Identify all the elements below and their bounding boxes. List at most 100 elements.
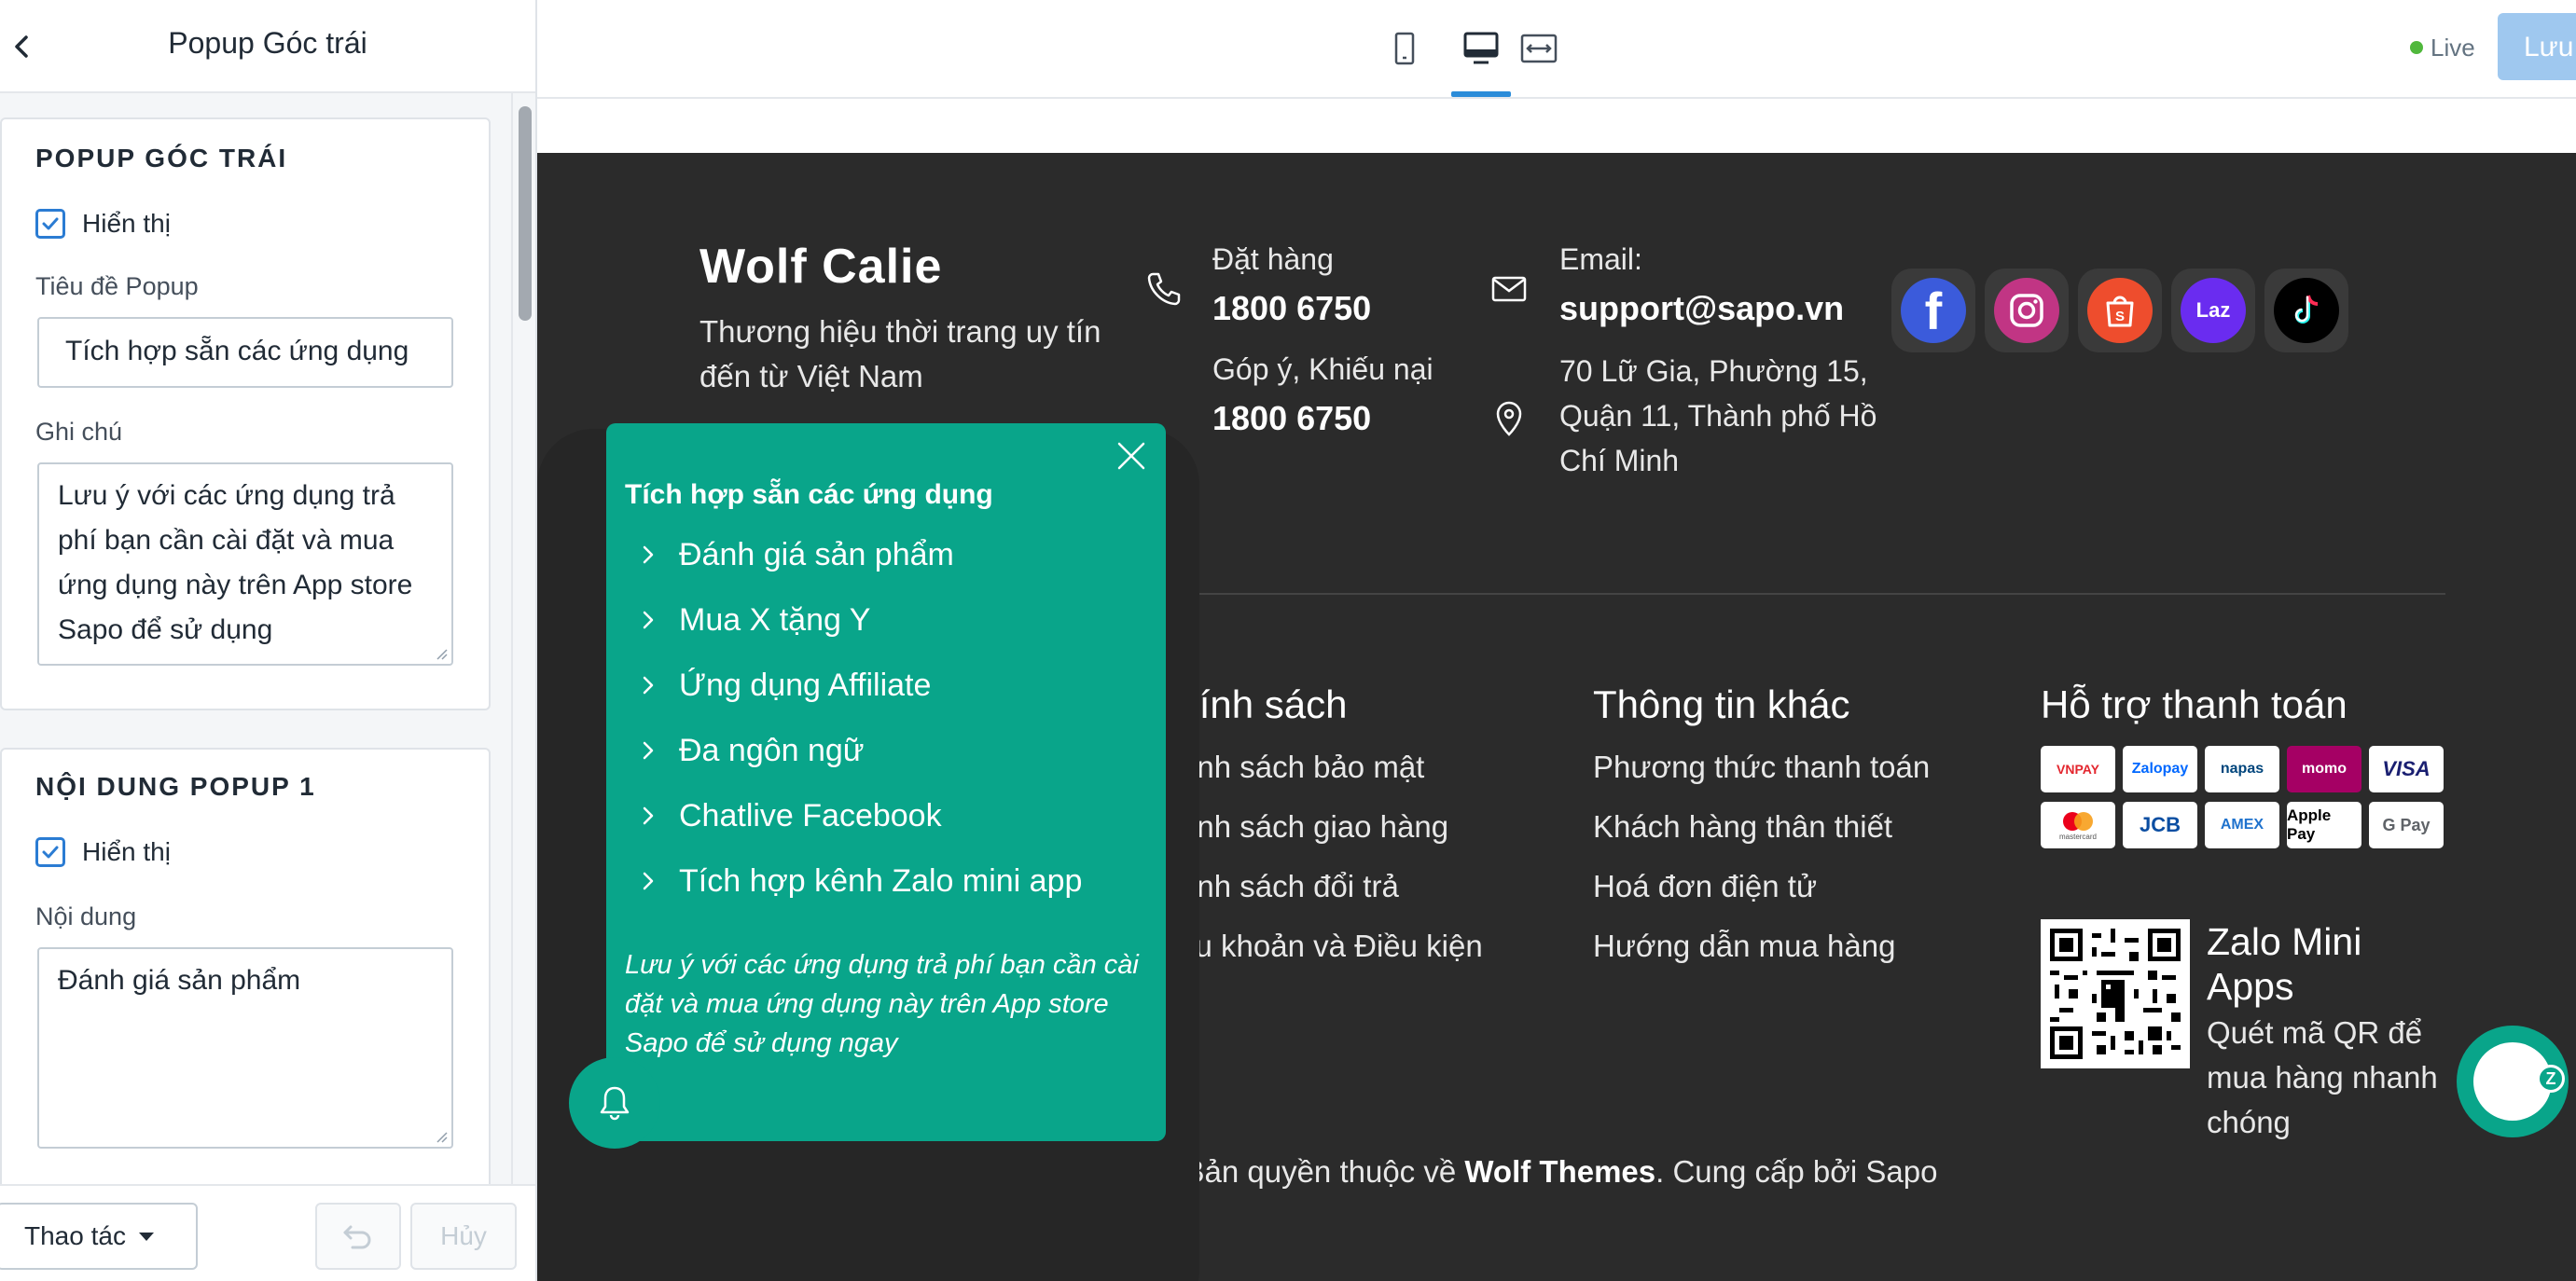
active-device-indicator — [1451, 91, 1511, 97]
device-desktop-button[interactable] — [1459, 26, 1503, 71]
order-label: Đặt hàng — [1212, 242, 1334, 276]
editor-panel: Popup Góc trái POPUP GÓC TRÁI Hiển thị T… — [0, 0, 537, 1281]
popup-title-label: Tiêu đề Popup — [35, 272, 199, 300]
facebook-icon: f — [1901, 278, 1966, 343]
popup-item-label: Đa ngôn ngữ — [679, 732, 865, 768]
live-status: Live — [2410, 32, 2475, 63]
resize-handle-icon[interactable] — [435, 1130, 448, 1143]
location-pin-icon — [1489, 397, 1530, 438]
tiktok-icon — [2274, 278, 2339, 343]
popup-settings-card: POPUP GÓC TRÁI Hiển thị Tiêu đề Popup Tí… — [0, 117, 491, 710]
mail-icon — [1489, 269, 1530, 310]
show-content-label: Hiển thị — [82, 837, 171, 866]
editor-footer: Thao tác Hủy — [0, 1184, 535, 1281]
instagram-link[interactable] — [1985, 269, 2069, 352]
device-mobile-button[interactable] — [1382, 26, 1427, 71]
instagram-icon — [1994, 278, 2059, 343]
copyright-suffix: . Cung cấp bởi Sapo — [1655, 1154, 1938, 1189]
qr-code-icon — [2050, 929, 2181, 1059]
zalopay-logo: Zalopay — [2123, 746, 2197, 792]
shopee-link[interactable]: S — [2078, 269, 2162, 352]
site-preview: Wolf Calie Thương hiệu thời trang uy tín… — [537, 99, 2576, 1281]
amex-logo: AMEX — [2205, 802, 2279, 848]
info-link[interactable]: Phương thức thanh toán — [1593, 750, 1930, 785]
googlepay-logo: G Pay — [2369, 802, 2444, 848]
popup-item-label: Tích hợp kênh Zalo mini app — [679, 862, 1083, 899]
undo-button[interactable] — [315, 1203, 401, 1270]
show-popup-checkbox-row[interactable]: Hiển thị — [35, 207, 171, 241]
jcb-logo: JCB — [2123, 802, 2197, 848]
zalo-chat-button[interactable]: Z — [2457, 1026, 2569, 1137]
show-popup-checkbox[interactable] — [35, 209, 65, 239]
content-label: Nội dung — [35, 902, 137, 930]
show-content-checkbox-row[interactable]: Hiển thị — [35, 835, 171, 869]
actions-dropdown[interactable]: Thao tác — [0, 1203, 198, 1270]
zalo-mini-apps-title: Zalo Mini Apps — [2207, 920, 2362, 1008]
email-value[interactable]: support@sapo.vn — [1559, 289, 1844, 328]
popup-item[interactable]: Mua X tặng Y — [634, 597, 870, 643]
payment-column-title: Hỗ trợ thanh toán — [2041, 682, 2347, 726]
site-footer: Wolf Calie Thương hiệu thời trang uy tín… — [537, 153, 2576, 1281]
content-textarea[interactable]: Đánh giá sản phẩm — [37, 947, 453, 1149]
popup-item-label: Chatlive Facebook — [679, 797, 942, 833]
popup-title-input[interactable]: Tích hợp sẵn các ứng dụng — [37, 317, 453, 388]
facebook-link[interactable]: f — [1891, 269, 1975, 352]
show-popup-label: Hiển thị — [82, 209, 171, 238]
fullwidth-icon — [1520, 34, 1558, 63]
info-link[interactable]: Hoá đơn điện tử — [1593, 869, 1817, 904]
editor-scrollbar[interactable] — [511, 93, 535, 1188]
chevron-right-icon — [643, 741, 654, 760]
chevron-right-icon — [643, 611, 654, 629]
vnpay-logo: VNPAY — [2041, 746, 2115, 792]
brand-name: Wolf Calie — [699, 240, 943, 294]
tiktok-link[interactable] — [2264, 269, 2348, 352]
check-icon — [42, 217, 59, 230]
show-content-checkbox[interactable] — [35, 837, 65, 867]
napas-logo: napas — [2205, 746, 2279, 792]
editor-header: Popup Góc trái — [0, 0, 535, 93]
chevron-right-icon — [643, 806, 654, 825]
complaint-phone[interactable]: 1800 6750 — [1212, 399, 1371, 438]
mobile-icon — [1394, 32, 1415, 65]
resize-handle-icon[interactable] — [435, 647, 448, 660]
popup-toggle-button[interactable] — [569, 1057, 660, 1149]
svg-text:S: S — [2115, 309, 2125, 324]
complaint-label: Góp ý, Khiếu nại — [1212, 352, 1433, 386]
brand-description: Thương hiệu thời trang uy tín đến từ Việ… — [699, 314, 1101, 393]
cancel-button[interactable]: Hủy — [410, 1203, 517, 1270]
caret-down-icon — [138, 1232, 154, 1241]
popup-item[interactable]: Đánh giá sản phẩm — [634, 531, 954, 578]
info-link[interactable]: Hướng dẫn mua hàng — [1593, 929, 1895, 964]
mastercard-label: mastercard — [2058, 832, 2097, 841]
popup-close-button[interactable] — [1106, 431, 1156, 481]
zalo-qr-code — [2041, 919, 2190, 1068]
popup-note-textarea[interactable]: Lưu ý với các ứng dụng trả phí bạn cần c… — [37, 462, 453, 666]
section-heading: NỘI DUNG POPUP 1 — [35, 772, 316, 801]
bell-icon — [600, 1086, 630, 1121]
shopee-icon: S — [2087, 278, 2153, 343]
popup-item[interactable]: Đa ngôn ngữ — [634, 727, 865, 774]
section-heading: POPUP GÓC TRÁI — [35, 144, 288, 172]
order-phone[interactable]: 1800 6750 — [1212, 289, 1371, 328]
device-fullwidth-button[interactable] — [1517, 26, 1561, 71]
lazada-link[interactable]: Laz — [2171, 269, 2255, 352]
undo-icon — [343, 1225, 371, 1249]
applepay-logo: Apple Pay — [2287, 802, 2361, 848]
copyright-brand[interactable]: Wolf Themes — [1464, 1154, 1655, 1189]
live-label: Live — [2431, 33, 2475, 62]
popup-item[interactable]: Tích hợp kênh Zalo mini app — [634, 858, 1082, 904]
scrollbar-thumb[interactable] — [519, 106, 532, 321]
popup-item-label: Ứng dụng Affiliate — [679, 667, 932, 703]
save-button[interactable]: Lưu — [2498, 13, 2576, 80]
lazada-icon: Laz — [2181, 278, 2246, 343]
mastercard-logo: mastercard — [2041, 802, 2115, 848]
left-corner-popup: Tích hợp sẵn các ứng dụng Đánh giá sản p… — [606, 423, 1166, 1141]
chevron-right-icon — [643, 545, 654, 564]
content-value: Đánh giá sản phẩm — [58, 965, 301, 996]
momo-logo: momo — [2287, 746, 2361, 792]
info-column-title: Thông tin khác — [1593, 682, 1850, 726]
copyright: © Bản quyền thuộc về Wolf Themes. Cung c… — [1153, 1154, 1937, 1190]
popup-item[interactable]: Chatlive Facebook — [634, 792, 942, 839]
popup-item[interactable]: Ứng dụng Affiliate — [634, 662, 931, 709]
info-link[interactable]: Khách hàng thân thiết — [1593, 809, 1892, 845]
